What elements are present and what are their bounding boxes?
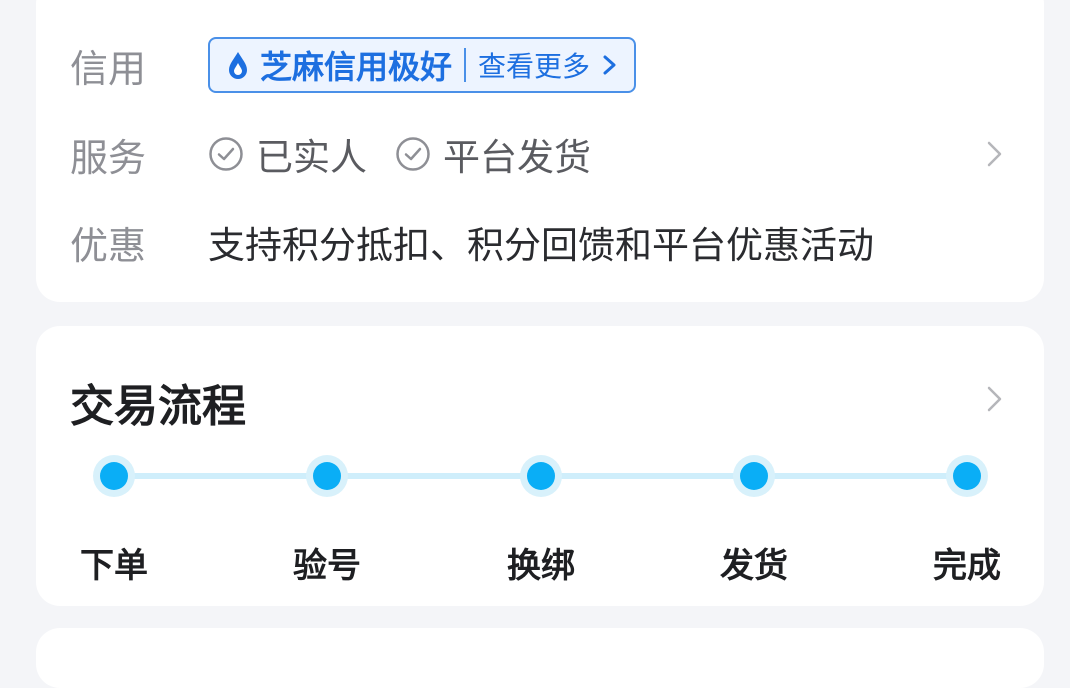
- divider: [464, 48, 467, 82]
- service-item-platform-delivery: 平台发货: [395, 127, 591, 181]
- section-title: 交易流程: [70, 381, 246, 432]
- step-dot: [733, 455, 775, 497]
- info-card: 信用 芝麻信用极好 查看更多 服务 已实人 平台发货 优惠 支持积分抵扣、积分回…: [36, 0, 1044, 302]
- service-item-label: 已实人: [256, 136, 367, 179]
- check-circle-icon: [396, 137, 430, 171]
- service-row[interactable]: 服务 已实人 平台发货: [36, 119, 1044, 189]
- step-label: 发货: [720, 546, 788, 586]
- view-more-link[interactable]: 查看更多: [478, 45, 590, 85]
- credit-label: 信用: [70, 46, 147, 91]
- promo-text: 支持积分抵扣、积分回馈和平台优惠活动: [208, 224, 874, 267]
- step-dot: [93, 455, 135, 497]
- chevron-right-icon[interactable]: [986, 384, 1004, 414]
- step-label: 验号: [293, 546, 361, 586]
- step-dot: [306, 455, 348, 497]
- promo-label: 优惠: [70, 223, 147, 268]
- service-label: 服务: [70, 135, 147, 180]
- chevron-right-icon: [603, 55, 616, 75]
- credit-row: 信用 芝麻信用极好 查看更多: [36, 30, 1044, 100]
- step-dot: [520, 455, 562, 497]
- service-item-label: 平台发货: [443, 136, 591, 179]
- step-label: 下单: [80, 546, 148, 586]
- promo-row: 优惠 支持积分抵扣、积分回馈和平台优惠活动: [36, 207, 1044, 277]
- trade-flow-card[interactable]: 交易流程 下单 验号 换绑 发货 完成: [36, 326, 1044, 606]
- credit-score-text: 芝麻信用极好: [260, 48, 453, 86]
- chevron-right-icon[interactable]: [986, 139, 1004, 169]
- step-label: 完成: [933, 546, 1001, 586]
- step-label: 换绑: [507, 546, 575, 586]
- step-dot: [946, 455, 988, 497]
- drop-icon: [229, 52, 247, 79]
- next-card: [36, 628, 1044, 688]
- service-item-verified: 已实人: [208, 127, 367, 181]
- check-circle-icon: [209, 137, 243, 171]
- credit-badge[interactable]: 芝麻信用极好 查看更多: [208, 37, 637, 93]
